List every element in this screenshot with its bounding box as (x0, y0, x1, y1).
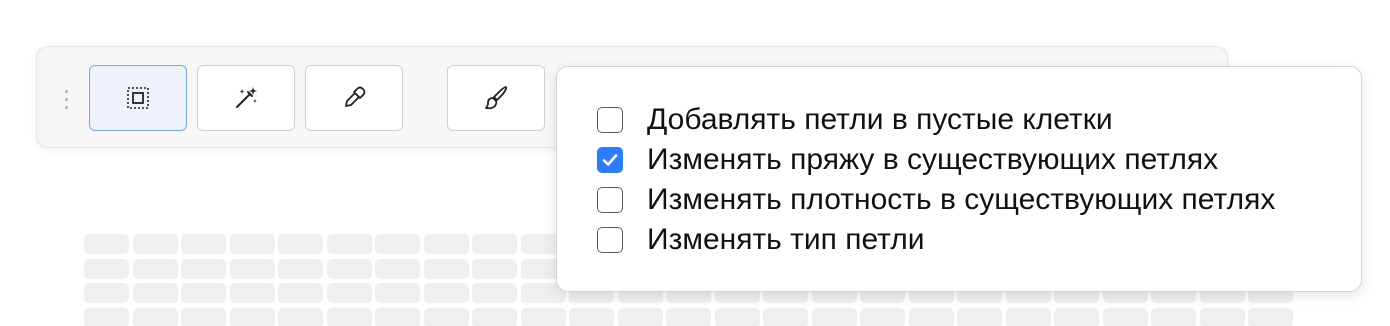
grid-cell[interactable] (326, 283, 372, 303)
grid-cell[interactable] (278, 307, 323, 326)
brush-tool-button[interactable] (447, 65, 545, 131)
option-change-stitch-type[interactable]: Изменять тип петли (597, 223, 925, 257)
grid-cell[interactable] (326, 258, 372, 279)
grid-cell[interactable] (229, 283, 275, 303)
editor-stage: Добавлять петли в пустые клетки Изменять… (0, 0, 1390, 326)
paintbrush-icon (485, 86, 508, 110)
grid-cell[interactable] (132, 307, 178, 326)
grid-cell[interactable] (375, 307, 420, 326)
change-yarn-checkbox[interactable] (597, 147, 623, 173)
grid-cell[interactable] (423, 283, 469, 303)
grid-cell[interactable] (714, 307, 760, 326)
eyedropper-tool-button[interactable] (305, 65, 403, 131)
grid-cell[interactable] (326, 234, 372, 254)
add-stitches-checkbox[interactable] (597, 107, 623, 133)
grid-cell[interactable] (181, 307, 226, 326)
drag-handle-icon[interactable] (65, 90, 69, 110)
grid-cell[interactable] (763, 307, 808, 326)
checkmark-icon (602, 154, 618, 166)
grid-cell[interactable] (278, 258, 323, 279)
option-change-yarn[interactable]: Изменять пряжу в существующих петлях (597, 143, 1218, 177)
magic-wand-icon (236, 87, 257, 108)
grid-cell[interactable] (423, 307, 469, 326)
option-add-stitches[interactable]: Добавлять петли в пустые клетки (597, 103, 1113, 137)
option-label: Изменять плотность в существующих петлях (647, 183, 1276, 216)
grid-cell[interactable] (520, 307, 566, 326)
eyedropper-icon (345, 86, 366, 107)
grid-cell[interactable] (181, 283, 226, 303)
grid-cell[interactable] (472, 307, 517, 326)
option-label: Изменять тип петли (647, 223, 925, 256)
grid-cell[interactable] (811, 307, 857, 326)
selection-icon (127, 87, 149, 109)
grid-cell[interactable] (84, 307, 129, 326)
grid-cell[interactable] (84, 258, 129, 279)
grid-cell[interactable] (472, 283, 517, 303)
change-density-checkbox[interactable] (597, 187, 623, 213)
grid-cell[interactable] (375, 234, 420, 254)
select-tool-button[interactable] (89, 65, 187, 131)
grid-cell[interactable] (1151, 307, 1196, 326)
grid-cell[interactable] (375, 283, 420, 303)
grid-cell[interactable] (617, 307, 663, 326)
grid-cell[interactable] (132, 283, 178, 303)
grid-cell[interactable] (132, 234, 178, 254)
grid-cell[interactable] (181, 258, 226, 279)
grid-cell[interactable] (375, 258, 420, 279)
grid-cell[interactable] (132, 258, 178, 279)
grid-cell[interactable] (472, 234, 517, 254)
grid-cell[interactable] (1199, 307, 1245, 326)
grid-cell[interactable] (181, 234, 226, 254)
grid-cell[interactable] (472, 258, 517, 279)
grid-cell[interactable] (278, 234, 323, 254)
grid-cell[interactable] (1102, 307, 1148, 326)
grid-cell[interactable] (84, 234, 129, 254)
grid-cell[interactable] (423, 234, 469, 254)
grid-cell[interactable] (569, 307, 614, 326)
change-stitch-type-checkbox[interactable] (597, 227, 623, 253)
grid-cell[interactable] (423, 258, 469, 279)
grid-cell[interactable] (229, 307, 275, 326)
grid-cell[interactable] (957, 307, 1002, 326)
grid-cell[interactable] (1005, 307, 1051, 326)
magic-wand-tool-button[interactable] (197, 65, 295, 131)
paint-options-popover: Добавлять петли в пустые клетки Изменять… (556, 66, 1362, 292)
grid-cell[interactable] (908, 307, 954, 326)
option-change-density[interactable]: Изменять плотность в существующих петлях (597, 183, 1275, 217)
grid-cell[interactable] (860, 307, 905, 326)
grid-cell[interactable] (278, 283, 323, 303)
option-label: Добавлять петли в пустые клетки (647, 103, 1113, 136)
grid-cell[interactable] (1054, 307, 1099, 326)
grid-cell[interactable] (326, 307, 372, 326)
grid-cell[interactable] (229, 258, 275, 279)
grid-cell[interactable] (84, 283, 129, 303)
grid-cell[interactable] (1248, 307, 1293, 326)
grid-cell[interactable] (229, 234, 275, 254)
option-label: Изменять пряжу в существующих петлях (647, 143, 1219, 176)
grid-cell[interactable] (666, 307, 711, 326)
